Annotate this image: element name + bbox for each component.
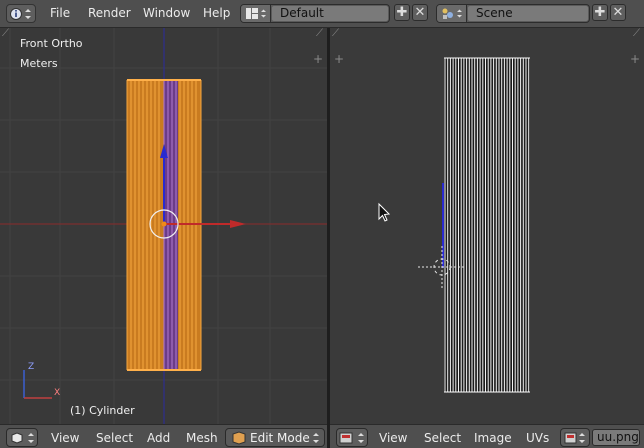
3d-view-editor-icon: [11, 431, 34, 444]
mode-selector[interactable]: Edit Mode: [225, 428, 325, 447]
toolshelf-toggle[interactable]: +: [334, 52, 344, 66]
toolshelf-toggle[interactable]: +: [313, 52, 323, 66]
mini-axis-gizmo: [23, 370, 52, 399]
uv-canvas[interactable]: [330, 28, 644, 424]
screen-layout-value: Default: [272, 6, 388, 21]
mode-label: Edit Mode: [250, 430, 310, 445]
info-icon: [10, 7, 31, 20]
menu-view[interactable]: View: [379, 431, 407, 445]
region-split-corner[interactable]: ⟋: [316, 28, 323, 39]
menu-image[interactable]: Image: [474, 431, 512, 445]
uv-island-bg: [444, 58, 530, 392]
3d-viewport-canvas[interactable]: [0, 28, 327, 424]
menu-render[interactable]: Render: [88, 6, 131, 20]
view-name: Front Ortho: [20, 37, 83, 50]
edit-mode-icon: [232, 430, 246, 445]
region-split-corner[interactable]: ⟋: [633, 28, 640, 39]
menu-file[interactable]: File: [50, 6, 70, 20]
properties-toggle[interactable]: +: [630, 52, 640, 66]
region-split-corner[interactable]: ⟋: [332, 28, 339, 39]
menu-add[interactable]: Add: [147, 431, 170, 445]
image-icon: [564, 432, 585, 443]
menu-view[interactable]: View: [51, 431, 79, 445]
menu-uvs[interactable]: UVs: [526, 431, 549, 445]
uv-image-editor[interactable]: ⟋ + ⟋ +: [330, 28, 644, 424]
menu-mesh[interactable]: Mesh: [186, 431, 218, 445]
3d-viewport[interactable]: Z X Front Ortho Meters (1) Cylinder ⟋ ⟋ …: [0, 28, 327, 424]
uv-editor-icon: [339, 432, 364, 443]
screen-layout-selector[interactable]: Default: [240, 4, 390, 23]
image-browse-button[interactable]: [560, 428, 590, 447]
add-scene-button[interactable]: ✚: [592, 4, 608, 21]
editor-type-button[interactable]: [6, 428, 38, 447]
uv-editor-header: View Select Image UVs uu.png: [330, 424, 644, 448]
axis-x-label: X: [54, 388, 61, 398]
delete-screen-button[interactable]: ✕: [412, 4, 428, 21]
close-icon: ✕: [612, 5, 624, 20]
object-label: (1) Cylinder: [70, 404, 135, 417]
scene-selector[interactable]: Scene: [436, 4, 590, 23]
menu-select[interactable]: Select: [424, 431, 461, 445]
menu-window[interactable]: Window: [143, 6, 190, 20]
chevron-updown-icon: [313, 432, 319, 443]
menu-help[interactable]: Help: [203, 6, 230, 20]
info-editor-button[interactable]: [6, 4, 36, 23]
scene-value: Scene: [468, 6, 588, 21]
units-label: Meters: [20, 57, 58, 70]
region-split-corner[interactable]: ⟋: [2, 28, 9, 39]
editor-type-button[interactable]: [336, 428, 368, 447]
mouse-cursor-icon: [378, 202, 391, 222]
scene-icon: [437, 5, 467, 22]
image-name-field[interactable]: uu.png: [592, 429, 640, 446]
plus-icon: ✚: [594, 5, 606, 20]
screen-layout-icon: [241, 5, 271, 22]
top-header: File Render Window Help Default ✚ ✕ Scen…: [0, 0, 644, 28]
axis-z-label: Z: [28, 362, 35, 372]
3d-view-header: View Select Add Mesh Edit Mode: [0, 424, 327, 448]
add-screen-button[interactable]: ✚: [394, 4, 410, 21]
menu-select[interactable]: Select: [96, 431, 133, 445]
delete-scene-button[interactable]: ✕: [610, 4, 626, 21]
close-icon: ✕: [414, 5, 426, 20]
plus-icon: ✚: [396, 5, 408, 20]
